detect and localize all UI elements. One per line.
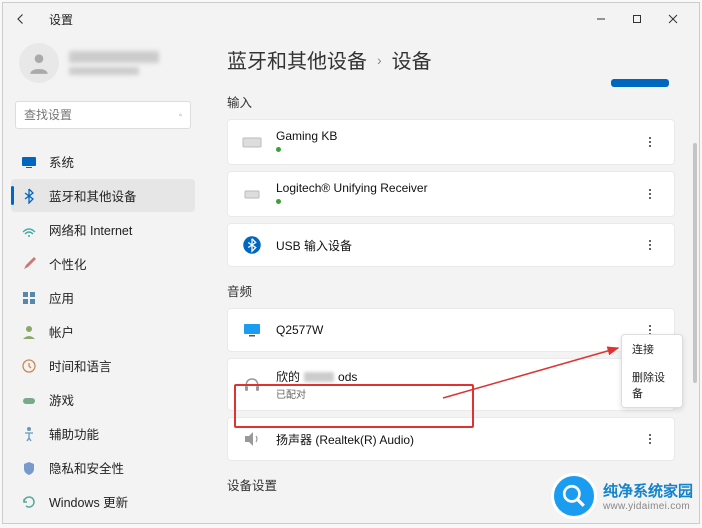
update-icon <box>21 494 37 510</box>
search-input[interactable] <box>24 108 179 122</box>
receiver-icon <box>240 182 264 206</box>
device-card-monitor[interactable]: Q2577W <box>227 308 675 352</box>
minimize-button[interactable] <box>583 3 619 35</box>
gaming-icon <box>21 392 37 408</box>
search-icon <box>179 108 182 122</box>
section-label-audio: 音频 <box>227 281 675 300</box>
breadcrumb-parent[interactable]: 蓝牙和其他设备 <box>227 45 367 74</box>
maximize-button[interactable] <box>619 3 655 35</box>
monitor-icon <box>240 318 264 342</box>
titlebar: 设置 <box>3 3 699 35</box>
bluetooth-device-icon <box>240 233 264 257</box>
accounts-icon <box>21 324 37 340</box>
sidebar-item-privacy[interactable]: 隐私和安全性 <box>11 451 195 484</box>
add-device-button[interactable] <box>611 79 669 87</box>
scrollbar[interactable] <box>693 143 697 523</box>
more-button[interactable] <box>638 233 662 257</box>
device-card-receiver[interactable]: Logitech® Unifying Receiver <box>227 171 675 217</box>
headphones-icon <box>240 373 264 397</box>
sidebar-item-network[interactable]: 网络和 Internet <box>11 213 195 246</box>
window-title: 设置 <box>49 11 73 28</box>
context-menu: 连接 删除设备 <box>621 334 683 408</box>
system-icon <box>21 154 37 170</box>
avatar <box>19 43 59 83</box>
section-label-input: 输入 <box>227 92 675 111</box>
sidebar-item-accessibility[interactable]: 辅助功能 <box>11 417 195 450</box>
chevron-right-icon: › <box>377 52 382 68</box>
network-icon <box>21 222 37 238</box>
close-button[interactable] <box>655 3 691 35</box>
more-button[interactable] <box>638 427 662 451</box>
watermark: 纯净系统家园 www.yidaimei.com <box>551 473 693 519</box>
sidebar-item-personalization[interactable]: 个性化 <box>11 247 195 280</box>
sidebar-item-accounts[interactable]: 帐户 <box>11 315 195 348</box>
shield-icon <box>21 460 37 476</box>
keyboard-icon <box>240 130 264 154</box>
bluetooth-icon <box>21 188 37 204</box>
clock-icon <box>21 358 37 374</box>
speaker-icon <box>240 427 264 451</box>
profile-name-blurred <box>69 51 159 63</box>
watermark-logo <box>551 473 597 519</box>
breadcrumb-current: 设备 <box>392 45 432 74</box>
profile-sub-blurred <box>69 67 139 75</box>
sidebar-item-system[interactable]: 系统 <box>11 145 195 178</box>
breadcrumb: 蓝牙和其他设备 › 设备 <box>227 45 675 74</box>
device-card-speaker[interactable]: 扬声器 (Realtek(R) Audio) <box>227 417 675 461</box>
brush-icon <box>21 256 37 272</box>
nav-list: 系统 蓝牙和其他设备 网络和 Internet 个性化 应用 帐户 时间和语言 … <box>11 145 195 518</box>
sidebar-item-update[interactable]: Windows 更新 <box>11 485 195 518</box>
back-button[interactable] <box>11 9 31 29</box>
sidebar: 系统 蓝牙和其他设备 网络和 Internet 个性化 应用 帐户 时间和语言 … <box>3 35 203 523</box>
more-button[interactable] <box>638 130 662 154</box>
device-card-headphones[interactable]: 欣的ods 已配对 <box>227 358 675 411</box>
sidebar-item-apps[interactable]: 应用 <box>11 281 195 314</box>
device-card-keyboard[interactable]: Gaming KB <box>227 119 675 165</box>
sidebar-item-time[interactable]: 时间和语言 <box>11 349 195 382</box>
more-button[interactable] <box>638 182 662 206</box>
apps-icon <box>21 290 37 306</box>
settings-window: 设置 系统 蓝牙和其他设备 <box>2 2 700 524</box>
blurred-text <box>304 372 334 382</box>
profile-section[interactable] <box>11 39 195 95</box>
sidebar-item-bluetooth[interactable]: 蓝牙和其他设备 <box>11 179 195 212</box>
accessibility-icon <box>21 426 37 442</box>
context-menu-connect[interactable]: 连接 <box>622 335 682 363</box>
sidebar-item-gaming[interactable]: 游戏 <box>11 383 195 416</box>
device-card-usb-input[interactable]: USB 输入设备 <box>227 223 675 267</box>
context-menu-remove[interactable]: 删除设备 <box>622 363 682 407</box>
main-content: 蓝牙和其他设备 › 设备 输入 Gaming KB Logitech® Unif… <box>203 35 699 523</box>
search-box[interactable] <box>15 101 191 129</box>
